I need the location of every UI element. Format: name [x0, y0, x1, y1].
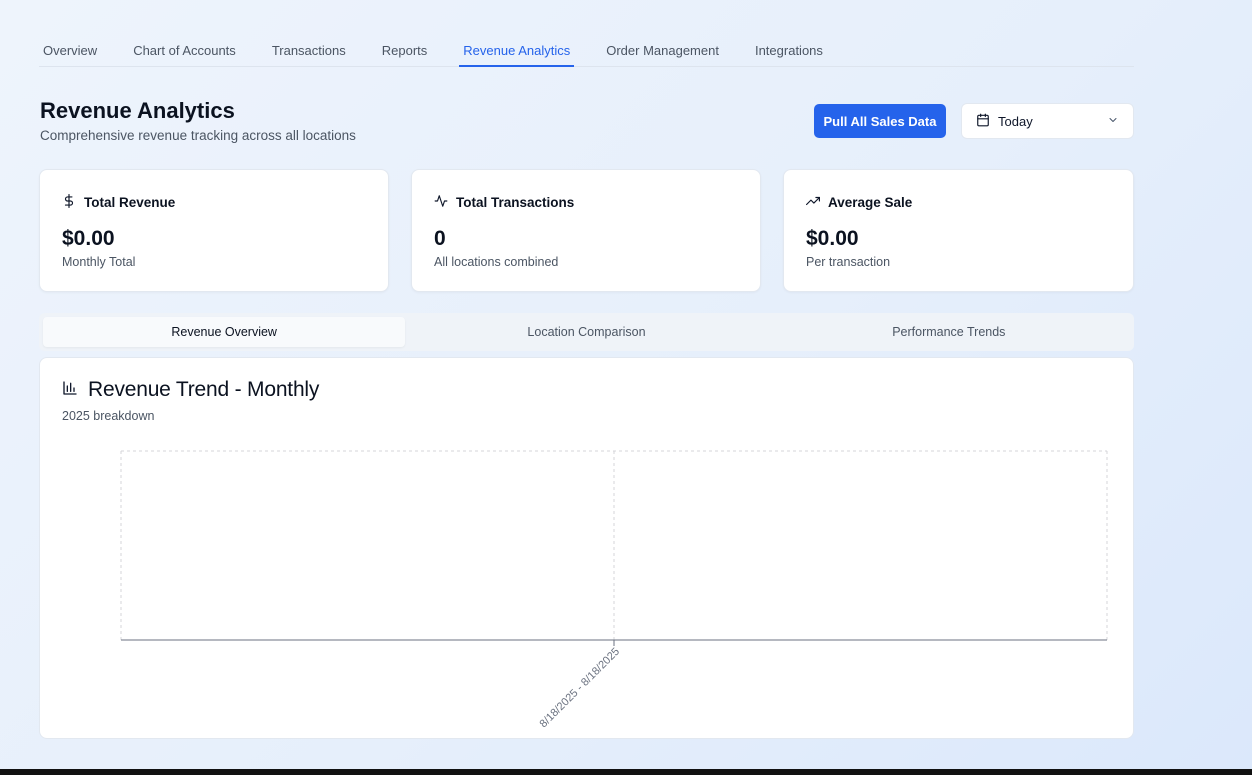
stat-caption: Monthly Total	[62, 255, 136, 269]
stat-card-total-transactions: Total Transactions 0 All locations combi…	[411, 169, 761, 292]
stat-card-average-sale: Average Sale $0.00 Per transaction	[783, 169, 1134, 292]
subtab-revenue-overview[interactable]: Revenue Overview	[43, 317, 406, 347]
chevron-down-icon	[1107, 114, 1119, 129]
stat-value: 0	[434, 227, 446, 250]
stat-label: Total Revenue	[84, 195, 176, 210]
stat-value: $0.00	[806, 227, 859, 250]
tab-reports[interactable]: Reports	[378, 32, 432, 67]
stat-caption: Per transaction	[806, 255, 891, 269]
date-range-select[interactable]: Today	[961, 103, 1134, 139]
subtab-location-comparison[interactable]: Location Comparison	[405, 317, 767, 347]
pull-all-sales-data-button[interactable]: Pull All Sales Data	[814, 104, 946, 138]
dollar-icon	[62, 194, 84, 211]
stat-card-total-revenue: Total Revenue $0.00 Monthly Total	[39, 169, 389, 292]
date-range-value: Today	[998, 113, 1033, 129]
main-tabs: Overview Chart of Accounts Transactions …	[39, 32, 1134, 67]
stat-value: $0.00	[62, 227, 115, 250]
bottom-bar	[0, 769, 1252, 775]
revenue-trend-card: Revenue Trend - Monthly 2025 breakdown 8…	[39, 357, 1134, 739]
calendar-icon	[976, 113, 990, 130]
page-subtitle: Comprehensive revenue tracking across al…	[40, 128, 356, 143]
trending-up-icon	[806, 194, 828, 211]
activity-icon	[434, 194, 456, 211]
stat-caption: All locations combined	[434, 255, 559, 269]
stat-label: Average Sale	[828, 195, 913, 210]
analytics-subtabs: Revenue Overview Location Comparison Per…	[39, 313, 1134, 351]
tab-revenue-analytics[interactable]: Revenue Analytics	[459, 32, 575, 67]
page-title: Revenue Analytics	[40, 98, 235, 123]
stat-label: Total Transactions	[456, 195, 575, 210]
tab-integrations[interactable]: Integrations	[751, 32, 827, 67]
tab-transactions[interactable]: Transactions	[268, 32, 350, 67]
tab-chart-of-accounts[interactable]: Chart of Accounts	[129, 32, 240, 67]
revenue-trend-chart: 8/18/2025 - 8/18/2025	[120, 450, 1108, 731]
tab-order-management[interactable]: Order Management	[602, 32, 723, 67]
x-tick-label: 8/18/2025 - 8/18/2025	[538, 646, 623, 731]
subtab-performance-trends[interactable]: Performance Trends	[768, 317, 1130, 347]
tab-overview[interactable]: Overview	[39, 32, 101, 67]
